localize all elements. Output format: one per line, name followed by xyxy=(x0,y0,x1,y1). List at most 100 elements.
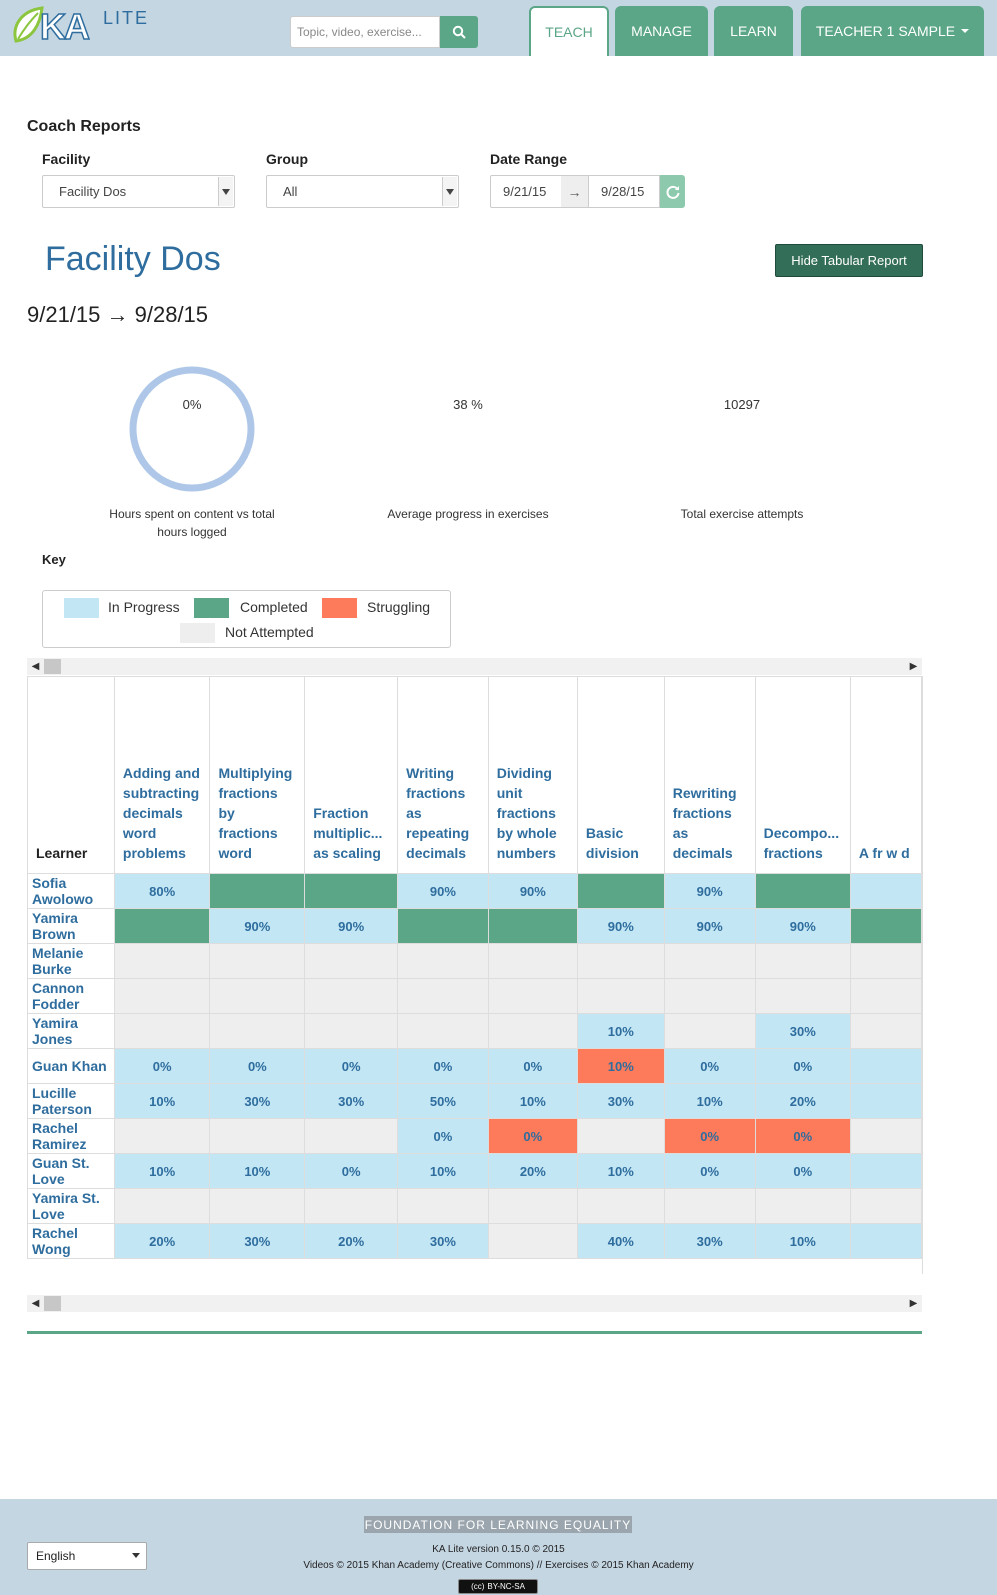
learner-name-link[interactable]: Rachel Wong xyxy=(32,1225,110,1257)
progress-cell[interactable]: 0% xyxy=(487,1118,578,1154)
progress-cell[interactable]: 10% xyxy=(209,1153,306,1189)
progress-cell[interactable] xyxy=(663,978,756,1014)
progress-cell[interactable]: 90% xyxy=(487,873,578,909)
progress-cell[interactable] xyxy=(487,1223,578,1259)
progress-cell[interactable] xyxy=(849,1223,922,1259)
progress-cell[interactable]: 30% xyxy=(754,1013,851,1049)
progress-cell[interactable]: 0% xyxy=(663,1048,756,1084)
progress-cell[interactable] xyxy=(304,978,399,1014)
progress-cell[interactable]: 30% xyxy=(397,1223,489,1259)
progress-cell[interactable] xyxy=(576,1188,665,1224)
refresh-button[interactable] xyxy=(660,175,685,208)
progress-cell[interactable]: 90% xyxy=(663,873,756,909)
progress-cell[interactable] xyxy=(397,908,489,944)
progress-cell[interactable] xyxy=(113,943,211,979)
progress-cell[interactable] xyxy=(304,1118,399,1154)
learner-name-link[interactable]: Melanie Burke xyxy=(32,945,110,977)
progress-cell[interactable] xyxy=(487,1188,578,1224)
progress-cell[interactable] xyxy=(113,908,211,944)
progress-cell[interactable] xyxy=(849,1083,922,1119)
progress-cell[interactable]: 0% xyxy=(663,1153,756,1189)
ka-lite-logo[interactable]: KA LITE xyxy=(10,5,160,47)
learner-name-link[interactable]: Lucille Paterson xyxy=(32,1085,110,1117)
progress-cell[interactable] xyxy=(209,1118,306,1154)
progress-cell[interactable]: 30% xyxy=(576,1083,665,1119)
progress-cell[interactable]: 90% xyxy=(576,908,665,944)
progress-cell[interactable] xyxy=(754,943,851,979)
learner-name-link[interactable]: Cannon Fodder xyxy=(32,980,110,1012)
scrollbar-thumb[interactable] xyxy=(44,659,61,674)
learner-name-link[interactable]: Yamira Brown xyxy=(32,910,110,942)
progress-cell[interactable] xyxy=(849,1013,922,1049)
progress-cell[interactable]: 10% xyxy=(397,1153,489,1189)
progress-cell[interactable] xyxy=(663,943,756,979)
date-from-input[interactable]: 9/21/15 xyxy=(490,175,562,208)
learner-name-link[interactable]: Yamira St. Love xyxy=(32,1190,110,1222)
date-to-input[interactable]: 9/28/15 xyxy=(588,175,660,208)
progress-cell[interactable]: 0% xyxy=(397,1118,489,1154)
progress-cell[interactable]: 0% xyxy=(397,1048,489,1084)
progress-cell[interactable] xyxy=(113,978,211,1014)
progress-cell[interactable]: 10% xyxy=(576,1013,665,1049)
progress-cell[interactable]: 0% xyxy=(113,1048,211,1084)
progress-cell[interactable]: 20% xyxy=(487,1153,578,1189)
progress-cell[interactable] xyxy=(209,873,306,909)
progress-cell[interactable] xyxy=(754,978,851,1014)
progress-cell[interactable]: 0% xyxy=(663,1118,756,1154)
progress-cell[interactable]: 90% xyxy=(209,908,306,944)
progress-cell[interactable] xyxy=(849,1153,922,1189)
progress-cell[interactable] xyxy=(849,908,922,944)
learner-name-link[interactable]: Sofia Awolowo xyxy=(32,875,110,907)
scroll-left-icon[interactable]: ◀ xyxy=(27,1295,44,1312)
progress-cell[interactable]: 90% xyxy=(663,908,756,944)
progress-cell[interactable] xyxy=(304,1013,399,1049)
progress-cell[interactable] xyxy=(849,1118,922,1154)
exercise-header-link[interactable]: Multiplying fractions by fractions word … xyxy=(218,763,296,863)
learner-name-link[interactable]: Guan St. Love xyxy=(32,1155,110,1187)
progress-cell[interactable] xyxy=(849,1048,922,1084)
progress-cell[interactable]: 80% xyxy=(113,873,211,909)
progress-cell[interactable] xyxy=(849,873,922,909)
scrollbar-thumb[interactable] xyxy=(44,1296,61,1311)
progress-cell[interactable]: 90% xyxy=(397,873,489,909)
progress-cell[interactable]: 90% xyxy=(304,908,399,944)
exercise-header-link[interactable]: Dividing unit fractions by whole numbers xyxy=(497,763,569,863)
progress-cell[interactable]: 0% xyxy=(304,1153,399,1189)
progress-cell[interactable] xyxy=(663,1013,756,1049)
progress-cell[interactable]: 10% xyxy=(576,1048,665,1084)
nav-tab-learn[interactable]: LEARN xyxy=(714,6,793,56)
progress-cell[interactable] xyxy=(397,978,489,1014)
table-scrollbar-bottom[interactable]: ◀ ▶ xyxy=(27,1295,922,1312)
fle-badge[interactable]: FOUNDATION FOR LEARNING EQUALITY xyxy=(364,1516,632,1533)
progress-cell[interactable]: 0% xyxy=(304,1048,399,1084)
progress-cell[interactable] xyxy=(209,978,306,1014)
progress-cell[interactable] xyxy=(304,943,399,979)
progress-cell[interactable] xyxy=(113,1013,211,1049)
progress-cell[interactable] xyxy=(487,978,578,1014)
progress-cell[interactable] xyxy=(663,1188,756,1224)
facility-select[interactable]: Facility Dos xyxy=(42,175,235,208)
progress-cell[interactable] xyxy=(113,1118,211,1154)
progress-cell[interactable]: 20% xyxy=(113,1223,211,1259)
exercise-header-link[interactable]: Basic division xyxy=(586,823,656,863)
progress-cell[interactable]: 40% xyxy=(576,1223,665,1259)
progress-cell[interactable] xyxy=(849,943,922,979)
progress-cell[interactable] xyxy=(397,943,489,979)
progress-cell[interactable] xyxy=(113,1188,211,1224)
progress-cell[interactable]: 10% xyxy=(487,1083,578,1119)
exercise-header-link[interactable]: Writing fractions as repeating decimals xyxy=(406,763,480,863)
language-select[interactable]: English xyxy=(27,1542,147,1570)
progress-cell[interactable]: 10% xyxy=(754,1223,851,1259)
progress-cell[interactable]: 20% xyxy=(754,1083,851,1119)
progress-cell[interactable]: 0% xyxy=(487,1048,578,1084)
progress-cell[interactable]: 0% xyxy=(754,1153,851,1189)
progress-cell[interactable]: 0% xyxy=(209,1048,306,1084)
progress-cell[interactable] xyxy=(304,1188,399,1224)
search-input[interactable] xyxy=(290,16,440,48)
exercise-header-link[interactable]: Decompo... fractions xyxy=(764,823,842,863)
learner-name-link[interactable]: Rachel Ramirez xyxy=(32,1120,110,1152)
learner-name-link[interactable]: Yamira Jones xyxy=(32,1015,110,1047)
exercise-header-link[interactable]: A fr w d xyxy=(859,843,913,863)
exercise-header-link[interactable]: Rewriting fractions as decimals xyxy=(673,783,747,863)
progress-cell[interactable]: 20% xyxy=(304,1223,399,1259)
